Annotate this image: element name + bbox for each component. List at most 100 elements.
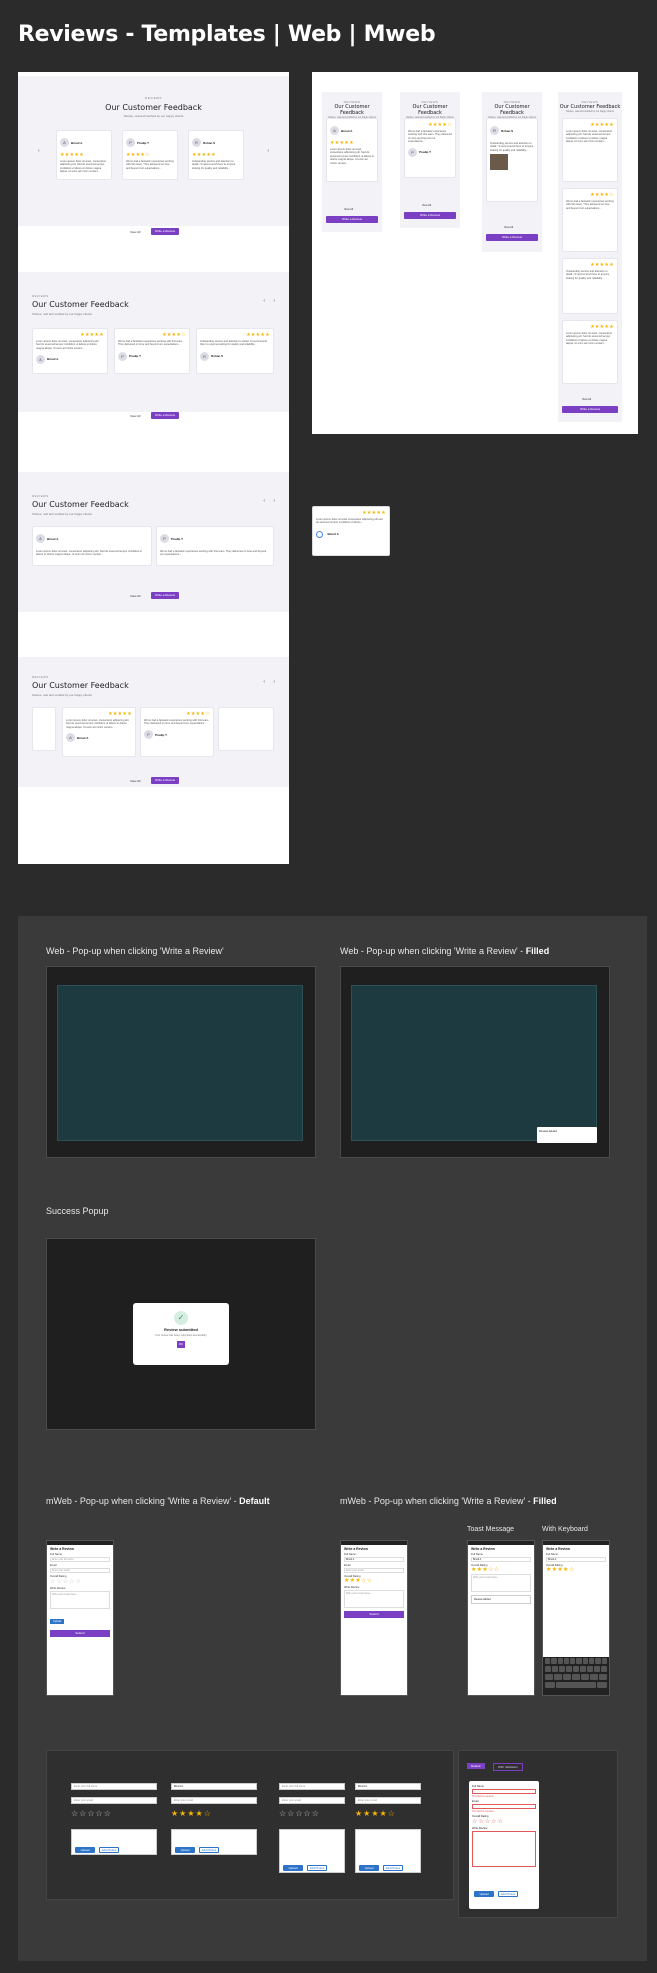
email-input[interactable]: Enter your email bbox=[355, 1797, 421, 1804]
add-photos-button[interactable]: Add Photos bbox=[498, 1891, 518, 1897]
section-title: Our Customer Feedback bbox=[32, 500, 129, 509]
write-review-button[interactable]: Write a Review bbox=[562, 406, 618, 413]
review-textarea[interactable]: Write your review here... bbox=[471, 1574, 531, 1592]
section-title: Our Customer Feedback bbox=[494, 104, 530, 116]
add-photos-button[interactable]: Add Photos bbox=[199, 1847, 219, 1853]
review-card: ★★★★★ Outstanding service and attention … bbox=[196, 328, 274, 374]
review-card: A Binod A Lorem ipsum dolor sit amet, con… bbox=[32, 526, 152, 566]
write-review-button[interactable]: Write a Review bbox=[326, 216, 378, 223]
rating-input[interactable]: ☆☆☆☆☆ bbox=[469, 1818, 539, 1825]
view-all-link[interactable]: View All bbox=[130, 594, 140, 598]
full-name-input[interactable]: Binod A bbox=[171, 1783, 257, 1790]
next-arrow-icon[interactable]: › bbox=[273, 679, 275, 685]
upload-button[interactable]: Upload bbox=[359, 1865, 379, 1871]
add-photos-button[interactable]: Add Photos bbox=[383, 1865, 403, 1871]
email-input[interactable]: Enter your email bbox=[71, 1797, 157, 1804]
write-review-button[interactable]: Write a Review bbox=[404, 212, 456, 219]
add-photos-button[interactable]: Add Photos bbox=[99, 1847, 119, 1853]
toast-message: Review Added bbox=[471, 1595, 531, 1604]
write-review-button[interactable]: Write a Review bbox=[486, 234, 538, 241]
review-textarea[interactable]: Write your review here... bbox=[344, 1590, 404, 1608]
review-text: Outstanding service and attention to det… bbox=[490, 142, 534, 152]
mweb-templates-panel: REVIEWS Our Customer Feedback Stories, r… bbox=[312, 72, 638, 434]
view-all-link[interactable]: View All bbox=[130, 230, 140, 234]
review-card: R Rohan S ★★★★★ Outstanding service and a… bbox=[188, 130, 244, 180]
view-all-link[interactable]: View All bbox=[130, 414, 140, 418]
email-input[interactable]: Enter your email bbox=[171, 1797, 257, 1804]
reviewer-name: Pradip T bbox=[155, 732, 168, 737]
view-all-link[interactable]: View All bbox=[130, 779, 140, 783]
view-all-link[interactable]: View All bbox=[422, 204, 431, 207]
review-text: Outstanding service and attention to det… bbox=[192, 160, 236, 170]
rating-input[interactable]: ☆☆☆☆☆ bbox=[71, 1809, 112, 1818]
write-review-button[interactable]: Write a Review bbox=[151, 412, 179, 419]
web-popup-filled-frame: Review Added bbox=[340, 966, 610, 1158]
rating-stars: ★★★★★ bbox=[60, 152, 84, 158]
review-card: P Pradip T We've had a fantastic experien… bbox=[156, 526, 274, 566]
upload-button[interactable]: Upload bbox=[474, 1891, 494, 1897]
toast-message: Review Added bbox=[537, 1127, 597, 1143]
section-title: Our Customer Feedback bbox=[32, 681, 129, 690]
review-textarea[interactable] bbox=[472, 1831, 536, 1867]
upload-button[interactable]: Upload bbox=[75, 1847, 95, 1853]
label-full-name: Full Name bbox=[546, 1553, 558, 1556]
email-input[interactable] bbox=[472, 1804, 536, 1809]
mweb-popup-default: Write a Review Full Name Enter your full… bbox=[46, 1540, 114, 1696]
rating-input[interactable]: ★★★★☆ bbox=[171, 1809, 212, 1818]
review-text: Lorem ipsum dolor sit amet, consectetur … bbox=[566, 130, 613, 144]
rating-input[interactable]: ☆☆☆☆☆ bbox=[279, 1809, 320, 1818]
rating-input[interactable]: ★★★★☆ bbox=[543, 1567, 609, 1573]
section-title: Our Customer Feedback bbox=[334, 104, 370, 116]
full-name-input[interactable]: Binod A bbox=[355, 1783, 421, 1790]
avatar: P bbox=[144, 730, 153, 740]
upload-button[interactable]: Upload bbox=[175, 1847, 195, 1853]
prev-arrow-icon[interactable]: ‹ bbox=[38, 148, 40, 154]
full-name-input[interactable] bbox=[472, 1789, 536, 1794]
section-title: Our Customer Feedback bbox=[105, 103, 202, 112]
label-full-name: Full Name bbox=[50, 1553, 62, 1556]
add-photos-button[interactable]: Add Photos bbox=[307, 1865, 327, 1871]
review-card: ★★★★☆ We've had a fantastic experience w… bbox=[562, 188, 618, 252]
prev-arrow-icon[interactable]: ‹ bbox=[263, 298, 265, 304]
toast-text: Review Added bbox=[474, 1598, 491, 1601]
section-subtitle: Stories, real and verified by our happy … bbox=[32, 312, 92, 316]
prev-arrow-icon[interactable]: ‹ bbox=[263, 679, 265, 685]
submit-button[interactable]: Submit bbox=[50, 1630, 110, 1637]
write-review-button[interactable]: Write a Review bbox=[151, 777, 179, 784]
full-name-input[interactable]: Enter your full name bbox=[71, 1783, 157, 1790]
full-name-input[interactable]: Enter your full name bbox=[279, 1783, 345, 1790]
rating-input[interactable]: ★★★☆☆ bbox=[468, 1567, 534, 1573]
label-success: Success Popup bbox=[46, 1206, 109, 1216]
avatar: R bbox=[192, 138, 201, 148]
view-all-link[interactable]: View All bbox=[504, 226, 513, 229]
on-screen-keyboard[interactable] bbox=[543, 1657, 609, 1695]
mweb-col-3: REVIEWS Our Customer Feedback Stories, r… bbox=[482, 92, 542, 252]
check-icon: ✓ bbox=[174, 1311, 188, 1325]
rating-stars: ★★★★☆ bbox=[126, 152, 150, 158]
write-review-button[interactable]: Write a Review bbox=[151, 228, 179, 235]
rating-input[interactable]: ★★★★☆ bbox=[355, 1809, 396, 1818]
review-photo bbox=[490, 154, 508, 171]
view-all-link[interactable]: View All bbox=[344, 208, 353, 211]
next-arrow-icon[interactable]: › bbox=[273, 298, 275, 304]
success-ok-button[interactable]: OK bbox=[177, 1341, 185, 1348]
email-input[interactable]: Enter your email bbox=[279, 1797, 345, 1804]
avatar: P bbox=[126, 138, 135, 148]
submit-button[interactable]: Submit bbox=[344, 1611, 404, 1618]
section-eyebrow: REVIEWS bbox=[32, 294, 49, 298]
review-card bbox=[32, 707, 56, 751]
next-arrow-icon[interactable]: › bbox=[273, 498, 275, 504]
review-card: ★★★★☆ We've had a fantastic experience w… bbox=[114, 328, 190, 374]
upload-button[interactable]: Upload bbox=[283, 1865, 303, 1871]
prev-arrow-icon[interactable]: ‹ bbox=[263, 498, 265, 504]
validation-board: Default With Validation Full Name This f… bbox=[458, 1750, 618, 1918]
view-all-link[interactable]: View All bbox=[582, 398, 591, 401]
tab-default[interactable]: Default bbox=[467, 1763, 485, 1769]
next-arrow-icon[interactable]: › bbox=[267, 148, 269, 154]
avatar: R bbox=[200, 352, 209, 362]
upload-button[interactable]: Upload bbox=[50, 1619, 65, 1624]
tab-validation[interactable]: With Validation bbox=[493, 1763, 523, 1771]
review-textarea[interactable]: Write your review here... bbox=[50, 1591, 110, 1609]
rating-input[interactable]: ☆☆☆☆☆ bbox=[47, 1578, 113, 1585]
write-review-button[interactable]: Write a Review bbox=[151, 592, 179, 599]
